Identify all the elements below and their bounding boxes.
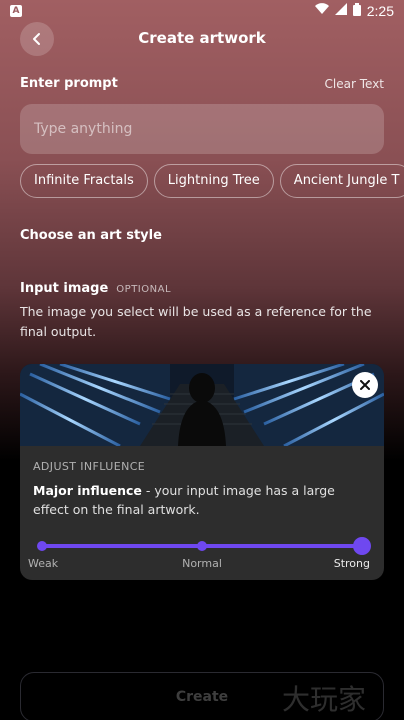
adjust-influence-heading: ADJUST INFLUENCE <box>33 460 146 473</box>
prompt-label: Enter prompt <box>20 76 118 91</box>
art-style-label: Choose an art style <box>20 228 162 243</box>
suggestion-chip[interactable]: Infinite Fractals <box>20 164 148 198</box>
slider-label-weak: Weak <box>28 557 59 570</box>
prompt-label-row: Enter prompt Clear Text <box>20 76 384 91</box>
slider-label-normal: Normal <box>182 557 222 570</box>
page-title: Create artwork <box>138 29 266 47</box>
input-image-card: ADJUST INFLUENCE Major influence - your … <box>20 364 384 580</box>
battery-icon <box>352 2 361 20</box>
prompt-input[interactable] <box>34 121 384 137</box>
signal-icon <box>334 3 347 19</box>
influence-description: Major influence - your input image has a… <box>33 481 373 519</box>
status-time: 2:25 <box>366 3 394 19</box>
watermark: 大玩家 <box>282 683 367 716</box>
clear-text-button[interactable]: Clear Text <box>325 77 384 91</box>
suggestion-chip[interactable]: Lightning Tree <box>153 164 274 198</box>
app-notification-icon: A <box>10 5 22 17</box>
slider-stop[interactable] <box>37 541 47 551</box>
top-bar: Create artwork <box>0 22 404 56</box>
suggestion-chip[interactable]: Ancient Jungle T <box>279 164 404 198</box>
slider-stop[interactable] <box>197 541 207 551</box>
close-icon <box>360 380 370 390</box>
slider-thumb[interactable] <box>353 537 371 555</box>
optional-tag: OPTIONAL <box>116 284 172 295</box>
status-bar: A 2:25 <box>0 0 404 22</box>
influence-level-name: Major influence <box>33 483 142 498</box>
slider-label-strong: Strong <box>333 557 370 570</box>
input-image-preview[interactable] <box>20 364 384 446</box>
remove-image-button[interactable] <box>352 372 378 398</box>
prompt-suggestions: Infinite Fractals Lightning Tree Ancient J… <box>20 164 404 198</box>
input-image-description: The image you select will be used as a r… <box>20 304 372 339</box>
wifi-icon <box>314 3 329 19</box>
escalator-photo <box>20 364 384 446</box>
prompt-field[interactable] <box>20 104 384 154</box>
input-image-heading: Input image OPTIONAL <box>20 281 171 296</box>
input-image-label: Input image <box>20 281 109 296</box>
influence-slider[interactable] <box>37 537 371 555</box>
